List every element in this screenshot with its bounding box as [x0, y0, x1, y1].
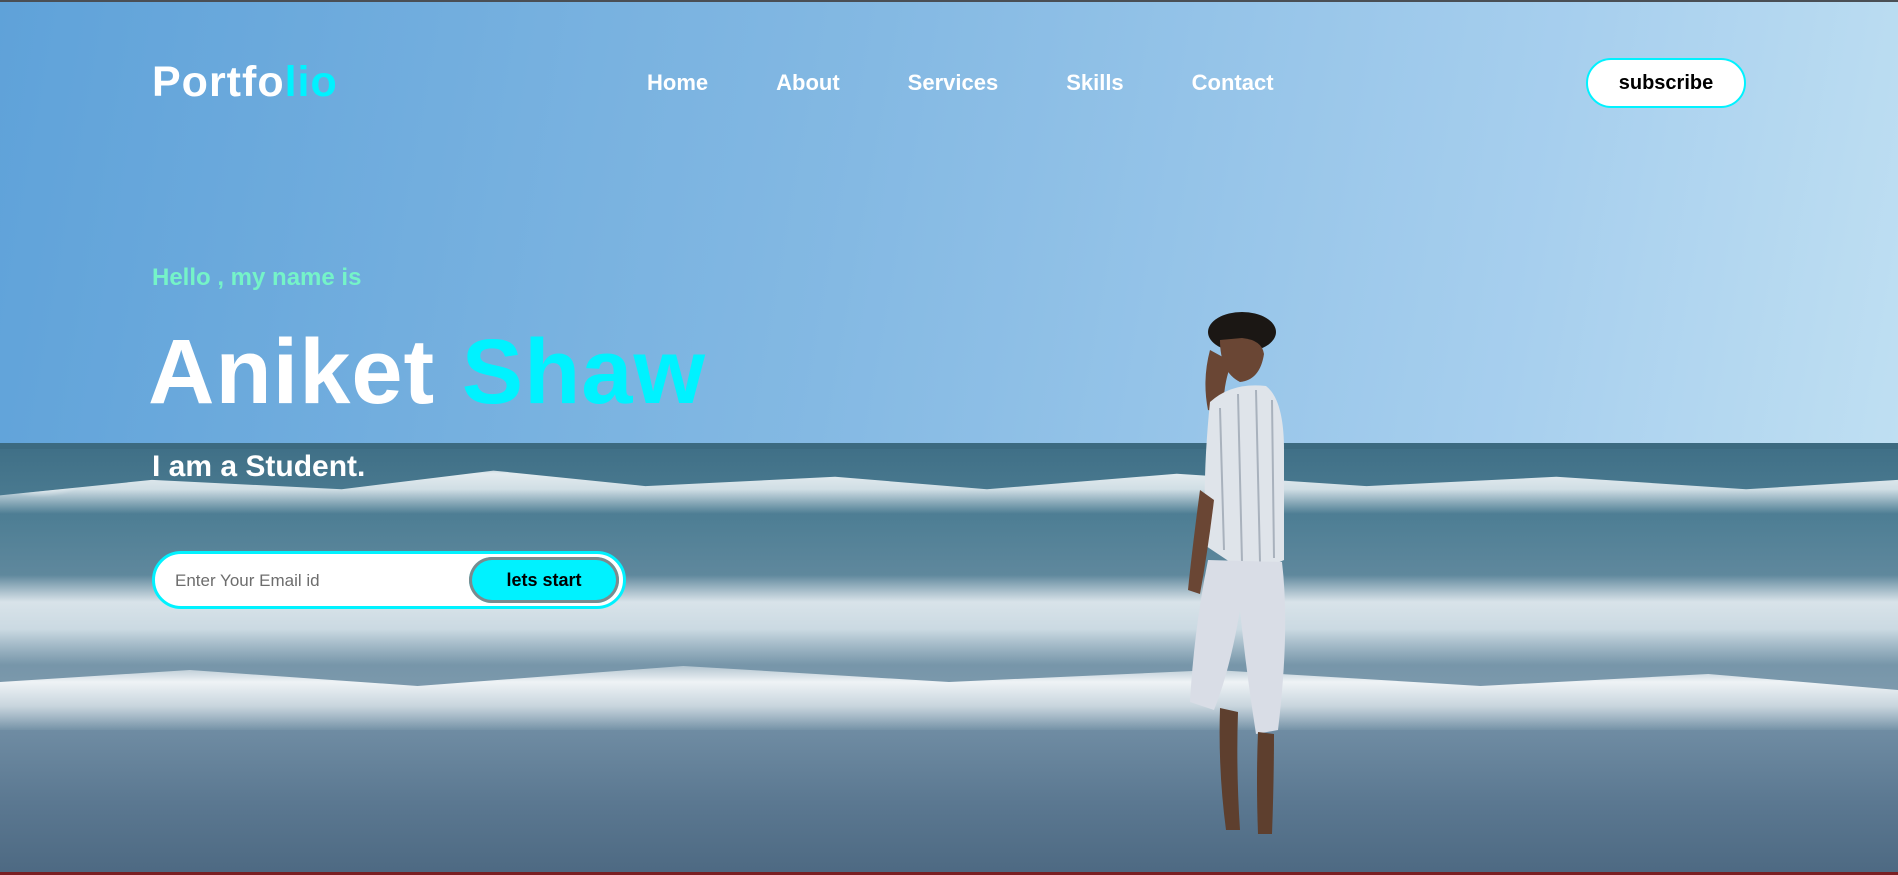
lets-start-button[interactable]: lets start — [469, 557, 619, 603]
nav-about[interactable]: About — [776, 70, 840, 96]
nav-contact[interactable]: Contact — [1192, 70, 1274, 96]
logo-text-main: Portfo — [152, 58, 285, 106]
top-border — [0, 0, 1898, 2]
hero-greeting: Hello , my name is — [152, 264, 362, 291]
email-input[interactable] — [173, 564, 457, 598]
nav-skills[interactable]: Skills — [1066, 70, 1123, 96]
main-navigation: Home About Services Skills Contact — [647, 70, 1342, 96]
nav-services[interactable]: Services — [908, 70, 999, 96]
hero-name: Aniket Shaw — [148, 322, 706, 422]
wet-sand — [0, 730, 1898, 875]
subscribe-button[interactable]: subscribe — [1586, 58, 1746, 108]
site-logo[interactable]: Portfolio — [152, 58, 338, 107]
hero-last-name: Shaw — [461, 321, 707, 423]
person-figure — [1188, 312, 1286, 834]
email-signup-form: lets start — [152, 551, 626, 609]
nav-home[interactable]: Home — [647, 70, 708, 96]
hero-first-name: Aniket — [148, 321, 436, 423]
logo-text-accent: lio — [284, 58, 338, 106]
site-header: Portfolio Home About Services Skills Con… — [0, 0, 1898, 170]
horizon — [0, 443, 1898, 449]
hero-tagline: I am a Student. — [152, 450, 366, 483]
